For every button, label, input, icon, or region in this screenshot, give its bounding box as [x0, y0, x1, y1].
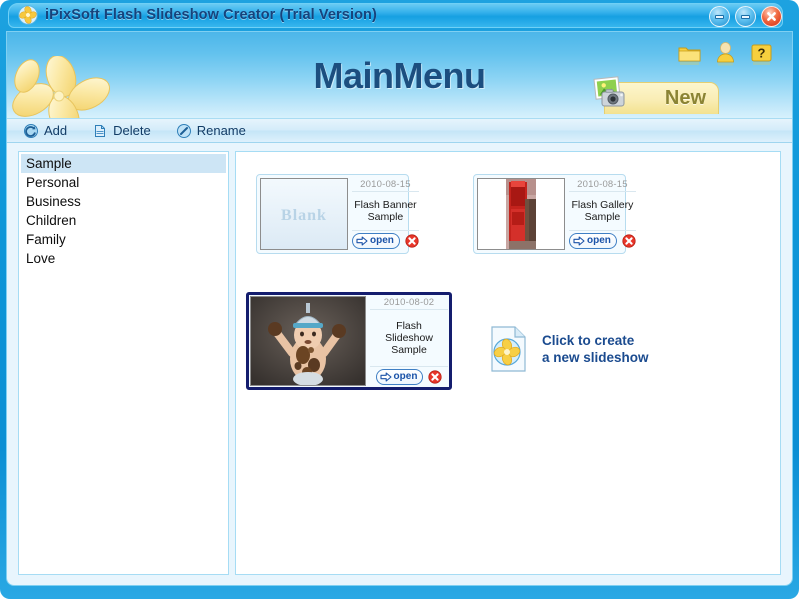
category-sidebar: Sample Personal Business Children Family… — [18, 151, 229, 575]
close-icon — [762, 7, 781, 26]
create-new-line1: Click to create — [542, 333, 635, 348]
maximize-button[interactable] — [735, 6, 756, 27]
red-door-photo-thumbnail — [477, 178, 565, 250]
card-info: 2010-08-15 Flash Banner Sample open — [348, 178, 419, 250]
template-card[interactable]: 2010-08-15 Flash Gallery Sample open — [473, 174, 636, 254]
application-window: iPixSoft Flash Slideshow Creator (Trial … — [0, 0, 799, 599]
toolbar: Add Delete Rename — [7, 118, 792, 143]
open-label: open — [587, 235, 611, 246]
card-title: Flash Gallery Sample — [571, 199, 634, 223]
open-label: open — [370, 235, 394, 246]
baby-photo-thumbnail — [250, 296, 366, 386]
card-info: 2010-08-15 Flash Gallery Sample open — [565, 178, 636, 250]
new-tab-label: New — [664, 87, 706, 109]
add-icon — [23, 123, 39, 139]
new-project-tab[interactable]: New — [593, 76, 719, 114]
sidebar-item-personal[interactable]: Personal — [21, 173, 226, 192]
toolbar-add-label: Add — [44, 123, 68, 138]
delete-icon[interactable] — [622, 234, 636, 248]
app-logo-icon — [18, 5, 38, 25]
close-button[interactable] — [761, 6, 782, 27]
user-icon[interactable] — [713, 41, 738, 66]
create-new-line2: a new slideshow — [542, 350, 649, 365]
arrow-right-icon — [379, 372, 392, 382]
header-icon-group: ? — [677, 41, 774, 71]
card-date: 2010-08-15 — [569, 178, 636, 192]
category-list: Sample Personal Business Children Family… — [21, 154, 226, 268]
maximize-icon — [736, 7, 755, 26]
arrow-right-icon — [356, 236, 368, 246]
create-new-label: Click to create a new slideshow — [542, 332, 649, 366]
new-photo-camera-icon — [593, 75, 637, 111]
open-label: open — [393, 371, 418, 382]
sidebar-item-sample[interactable]: Sample — [21, 154, 226, 173]
toolbar-add-button[interactable]: Add — [19, 120, 71, 142]
title-bar: iPixSoft Flash Slideshow Creator (Trial … — [0, 0, 799, 31]
delete-icon[interactable] — [428, 370, 443, 384]
sidebar-item-family[interactable]: Family — [21, 230, 226, 249]
open-button[interactable]: open — [352, 233, 400, 249]
minimize-button[interactable] — [709, 6, 730, 27]
card-title: Flash Banner Sample — [354, 199, 417, 223]
delete-icon — [92, 123, 108, 139]
toolbar-delete-label: Delete — [113, 123, 151, 138]
blank-thumbnail: Blank — [260, 178, 348, 250]
toolbar-rename-button[interactable]: Rename — [172, 120, 250, 142]
sidebar-item-children[interactable]: Children — [21, 211, 226, 230]
minimize-icon — [710, 7, 729, 26]
svg-text:?: ? — [758, 46, 766, 61]
card-date: 2010-08-15 — [352, 178, 419, 192]
template-card[interactable]: Blank 2010-08-15 Flash Banner Sample ope… — [256, 174, 419, 254]
folder-icon[interactable] — [677, 41, 702, 66]
card-actions: open — [352, 230, 419, 250]
card-date: 2010-08-02 — [370, 296, 448, 310]
toolbar-rename-label: Rename — [196, 123, 246, 138]
rename-icon — [176, 123, 192, 139]
create-new-slideshow-button[interactable]: Click to create a new slideshow — [488, 322, 678, 376]
window-title: iPixSoft Flash Slideshow Creator (Trial … — [45, 7, 377, 23]
sidebar-item-business[interactable]: Business — [21, 192, 226, 211]
sidebar-item-love[interactable]: Love — [21, 249, 226, 268]
template-card-selected[interactable]: 2010-08-02 Flash Slideshow Sample open — [246, 292, 452, 390]
template-content-panel: Blank 2010-08-15 Flash Banner Sample ope… — [235, 151, 781, 575]
arrow-right-icon — [573, 236, 585, 246]
header-band: MainMenu ? New — [7, 32, 792, 118]
card-actions: open — [370, 366, 448, 386]
delete-icon[interactable] — [405, 234, 419, 248]
card-title: Flash Slideshow Sample — [385, 320, 433, 356]
new-document-icon — [488, 325, 532, 373]
card-actions: open — [569, 230, 636, 250]
card-info: 2010-08-02 Flash Slideshow Sample open — [366, 296, 448, 386]
help-icon[interactable]: ? — [749, 41, 774, 66]
svg-text:Blank: Blank — [281, 207, 327, 224]
open-button[interactable]: open — [375, 369, 424, 385]
window-body: MainMenu ? New Add Delete Rename Sample … — [6, 31, 793, 586]
open-button[interactable]: open — [569, 233, 617, 249]
toolbar-delete-button[interactable]: Delete — [88, 120, 155, 142]
